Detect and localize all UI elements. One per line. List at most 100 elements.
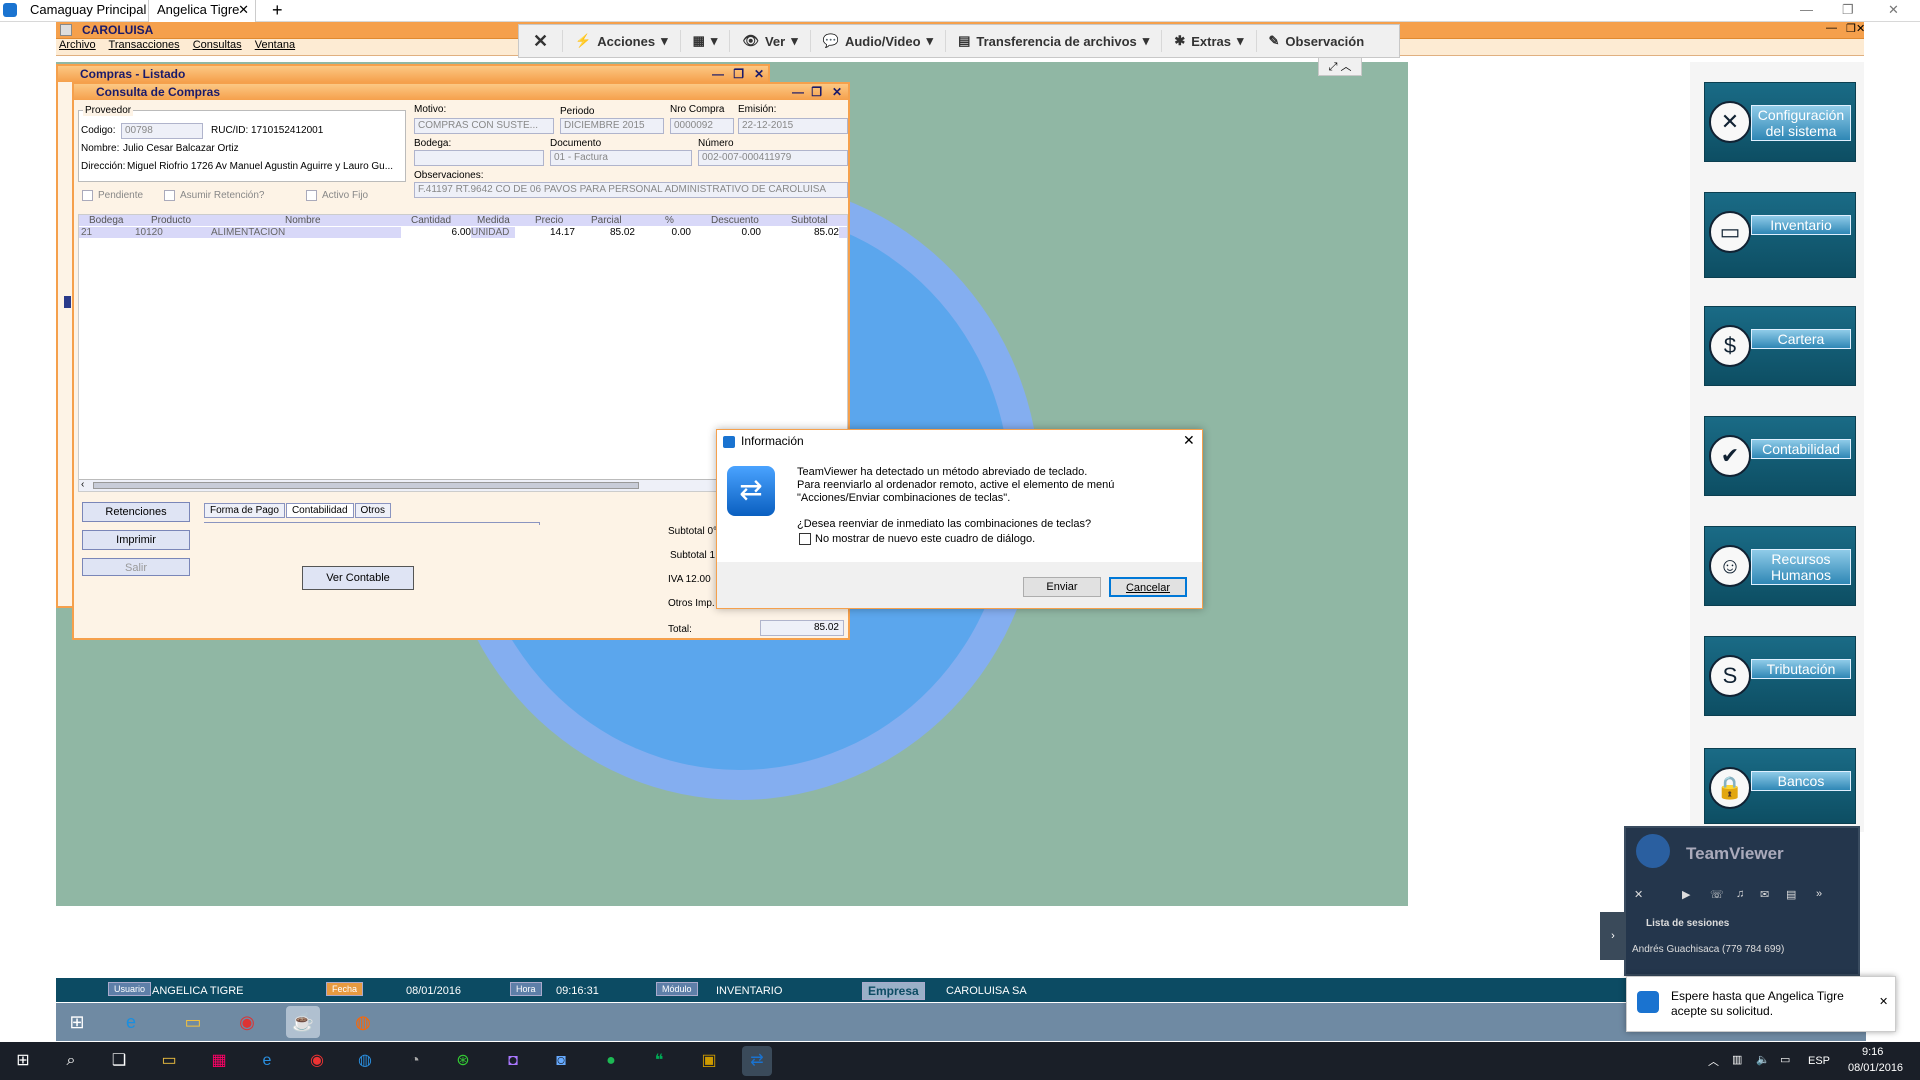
maximize-icon[interactable]: ❐ (1842, 2, 1854, 18)
ver-menu[interactable]: 👁 Ver ▾ (730, 30, 811, 52)
notification-close-icon[interactable]: ✕ (1879, 995, 1888, 1008)
chat-icon[interactable]: ✉ (1760, 888, 1769, 901)
col-precio[interactable]: Precio (535, 215, 563, 226)
retenciones-button[interactable]: Retenciones (82, 502, 190, 522)
tab-angelica-tigre[interactable]: Angelica Tigre ✕ (148, 0, 256, 22)
app-restore-icon[interactable]: ❐ (1846, 22, 1856, 35)
listado-restore-icon[interactable]: ❐ (733, 66, 744, 82)
hangouts-icon[interactable]: ❝ (644, 1046, 674, 1076)
phone-icon[interactable]: ☏ (1710, 888, 1724, 901)
edge-icon[interactable]: e (252, 1046, 282, 1076)
imprimir-button[interactable]: Imprimir (82, 530, 190, 550)
periodo-select[interactable]: DICIEMBRE 2015 (560, 118, 664, 134)
more-icon[interactable]: » (1816, 888, 1822, 900)
menu-archivo[interactable]: Archivo (59, 39, 96, 51)
session-item[interactable]: Andrés Guachisaca (779 784 699) (1632, 944, 1784, 955)
add-tab-icon[interactable]: + (272, 0, 283, 21)
pendiente-checkbox[interactable] (82, 190, 93, 201)
search-icon[interactable]: ⌕ (56, 1046, 86, 1076)
start-icon[interactable]: ⊞ (8, 1046, 38, 1076)
asumir-retencion-checkbox[interactable] (164, 190, 175, 201)
nro-compra-field[interactable]: 0000092 (670, 118, 734, 134)
menu-consultas[interactable]: Consultas (193, 39, 242, 51)
app-icon[interactable]: ◙ (546, 1046, 576, 1076)
files-icon[interactable]: ▤ (1786, 888, 1796, 901)
bodega-select[interactable] (414, 150, 544, 166)
folder-icon[interactable]: ▭ (176, 1006, 210, 1038)
store-icon[interactable]: ▦ (204, 1046, 234, 1076)
spotify-icon[interactable]: ● (596, 1046, 626, 1076)
menu-transacciones[interactable]: Transacciones (109, 39, 180, 51)
close-session-button[interactable]: ✕ (519, 30, 564, 52)
module-tributacion[interactable]: S Tributación (1704, 636, 1856, 716)
ver-contable-button[interactable]: Ver Contable (302, 566, 414, 590)
windows-menu[interactable]: ▦ ▾ (681, 30, 731, 52)
extras-menu[interactable]: ✱ Extras ▾ (1162, 30, 1257, 52)
col-parcial[interactable]: Parcial (591, 215, 622, 226)
app-icon[interactable]: ◍ (350, 1046, 380, 1076)
minimize-icon[interactable]: — (1800, 2, 1813, 17)
notification-icon[interactable]: ▭ (1780, 1053, 1790, 1066)
enviar-button[interactable]: Enviar (1023, 577, 1101, 597)
col-bodega[interactable]: Bodega (89, 215, 123, 226)
transferencia-menu[interactable]: ▤ Transferencia de archivos ▾ (946, 30, 1163, 52)
module-bancos[interactable]: 🔒 Bancos (1704, 748, 1856, 824)
menu-ventana[interactable]: Ventana (255, 39, 295, 51)
firefox-icon[interactable]: ◍ (346, 1006, 380, 1038)
windows-start-icon[interactable]: ⊞ (60, 1006, 94, 1038)
col-descuento[interactable]: Descuento (711, 215, 759, 226)
documento-select[interactable]: 01 - Factura (550, 150, 692, 166)
tab-otros[interactable]: Otros (354, 503, 391, 518)
consulta-close-icon[interactable]: ✕ (832, 84, 842, 100)
codigo-field[interactable]: 00798 (121, 123, 203, 139)
emision-field[interactable]: 22-12-2015 (738, 118, 848, 134)
col-subtotal[interactable]: Subtotal (791, 215, 828, 226)
consulta-minimize-icon[interactable]: — (792, 84, 804, 100)
module-inventario[interactable]: ▭ Inventario (1704, 192, 1856, 278)
col-cantidad[interactable]: Cantidad (411, 215, 451, 226)
module-contabilidad[interactable]: ✔ Contabilidad (1704, 416, 1856, 496)
listado-minimize-icon[interactable]: — (712, 66, 724, 82)
total-field[interactable]: 85.02 (760, 620, 844, 636)
app-icon[interactable]: ▣ (694, 1046, 724, 1076)
ie-icon[interactable]: e (114, 1006, 148, 1038)
module-cartera[interactable]: $ Cartera (1704, 306, 1856, 386)
module-configuracion[interactable]: ✕ Configuración del sistema (1704, 82, 1856, 162)
acciones-menu[interactable]: ⚡ Acciones ▾ (563, 30, 681, 52)
col-producto[interactable]: Producto (151, 215, 191, 226)
tv-close-icon[interactable]: ✕ (1634, 888, 1643, 901)
consulta-restore-icon[interactable]: ❐ (811, 84, 822, 100)
app-icon[interactable]: ◔ (400, 1046, 430, 1076)
listado-close-icon[interactable]: ✕ (754, 66, 764, 82)
scroll-thumb[interactable] (93, 482, 639, 489)
activo-fijo-checkbox[interactable] (306, 190, 317, 201)
tray-chevron-icon[interactable]: ︿ (1708, 1053, 1719, 1069)
no-mostrar-checkbox[interactable] (799, 533, 811, 545)
chrome-icon[interactable]: ◉ (230, 1006, 264, 1038)
video-icon[interactable]: ▶ (1682, 888, 1690, 901)
tab-contabilidad[interactable]: Contabilidad (285, 503, 354, 518)
app-minimize-icon[interactable]: — (1826, 22, 1837, 34)
motivo-select[interactable]: COMPRAS CON SUSTE... (414, 118, 554, 134)
volume-icon[interactable]: 🔈 (1756, 1053, 1770, 1066)
tab-camaguay-principal[interactable]: Camaguay Principal (22, 0, 154, 22)
cancelar-button[interactable]: Cancelar (1109, 577, 1187, 597)
col-porcentaje[interactable]: % (665, 215, 674, 226)
close-icon[interactable]: ✕ (238, 0, 249, 20)
observacion-menu[interactable]: ✎ Observación (1257, 30, 1377, 52)
language-indicator[interactable]: ESP (1808, 1055, 1830, 1067)
dialog-close-icon[interactable]: ✕ (1183, 432, 1195, 449)
tab-forma-de-pago[interactable]: Forma de Pago (204, 503, 285, 518)
app-close-icon[interactable]: ✕ (1856, 22, 1865, 35)
file-explorer-icon[interactable]: ▭ (154, 1046, 184, 1076)
col-nombre[interactable]: Nombre (285, 215, 321, 226)
salir-button[interactable]: Salir (82, 558, 190, 576)
toolbar-collapse[interactable]: ⤢ ︿ (1318, 58, 1362, 76)
col-medida[interactable]: Medida (477, 215, 510, 226)
network-icon[interactable]: ▥ (1732, 1053, 1742, 1066)
app-icon[interactable]: ◘ (498, 1046, 528, 1076)
task-view-icon[interactable]: ❑ (104, 1046, 134, 1076)
java-icon[interactable]: ☕ (286, 1006, 320, 1038)
clock-date[interactable]: 08/01/2016 (1848, 1062, 1903, 1074)
table-row[interactable]: 21 10120 ALIMENTACION 6.00 UNIDAD 14.17 … (79, 227, 847, 238)
